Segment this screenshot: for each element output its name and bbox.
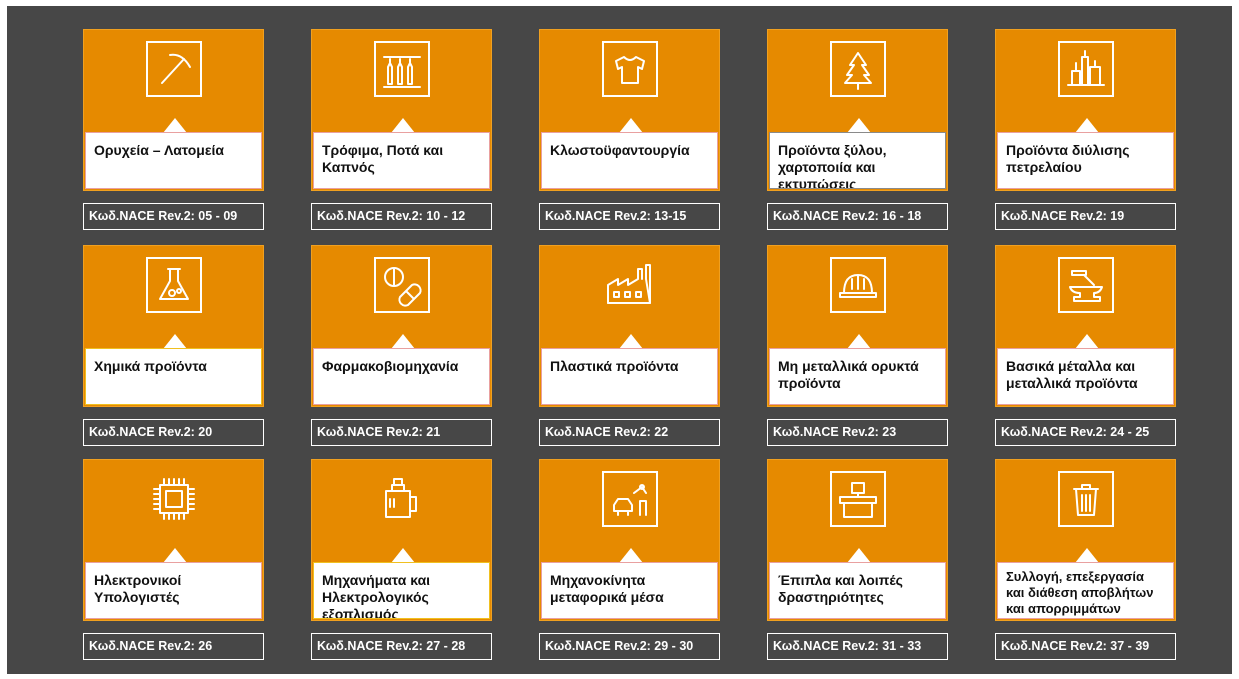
sector-title: Τρόφιμα, Ποτά και Καπνός [313,132,490,189]
nace-code-label: Κωδ.NACE Rev.2: 23 [767,419,948,446]
sector-card-plastics[interactable]: Πλαστικά προϊόντα Κωδ.NACE Rev.2: 22 [539,245,720,446]
sector-tile[interactable]: Συλλογή, επεξεργασία και διάθεση αποβλήτ… [995,459,1176,621]
sector-tile[interactable]: Ορυχεία – Λατομεία [83,29,264,191]
sector-card-food[interactable]: Τρόφιμα, Ποτά και Καπνός Κωδ.NACE Rev.2:… [311,29,492,230]
nace-code-label: Κωδ.NACE Rev.2: 19 [995,203,1176,230]
caption-pointer [391,118,415,133]
sector-card-waste[interactable]: Συλλογή, επεξεργασία και διάθεση αποβλήτ… [995,459,1176,660]
tree-icon [830,41,886,97]
nace-code-label: Κωδ.NACE Rev.2: 27 - 28 [311,633,492,660]
tshirt-icon [602,41,658,97]
nace-code-label: Κωδ.NACE Rev.2: 20 [83,419,264,446]
trash-icon [1058,471,1114,527]
bottles-icon [374,41,430,97]
sector-card-furniture[interactable]: Έπιπλα και λοιπές δραστηριότητες Κωδ.NAC… [767,459,948,660]
sector-card-nonmetallic[interactable]: Μη μεταλλικά ορυκτά προϊόντα Κωδ.NACE Re… [767,245,948,446]
sector-card-vehicles[interactable]: Μηχανοκίνητα μεταφορικά μέσα Κωδ.NACE Re… [539,459,720,660]
nace-code-label: Κωδ.NACE Rev.2: 26 [83,633,264,660]
sector-card-metals[interactable]: Βασικά μέταλλα και μεταλλικά προϊόντα Κω… [995,245,1176,446]
sector-tile[interactable]: Ηλεκτρονικοί Υπολογιστές [83,459,264,621]
car-robot-icon [602,471,658,527]
caption-pointer [163,548,187,563]
nace-code-label: Κωδ.NACE Rev.2: 05 - 09 [83,203,264,230]
sector-title: Πλαστικά προϊόντα [541,348,718,405]
nace-code-label: Κωδ.NACE Rev.2: 10 - 12 [311,203,492,230]
hardhat-icon [830,257,886,313]
pickaxe-icon [146,41,202,97]
sector-title: Κλωστοϋφαντουργία [541,132,718,189]
caption-pointer [847,548,871,563]
desk-icon [830,471,886,527]
caption-pointer [847,118,871,133]
sector-title: Βασικά μέταλλα και μεταλλικά προϊόντα [997,348,1174,405]
nace-code-label: Κωδ.NACE Rev.2: 37 - 39 [995,633,1176,660]
nace-code-label: Κωδ.NACE Rev.2: 24 - 25 [995,419,1176,446]
sector-title: Μη μεταλλικά ορυκτά προϊόντα [769,348,946,405]
nace-code-label: Κωδ.NACE Rev.2: 31 - 33 [767,633,948,660]
sector-tile[interactable]: Κλωστοϋφαντουργία [539,29,720,191]
caption-pointer [619,548,643,563]
pills-icon [374,257,430,313]
caption-pointer [847,334,871,349]
sector-tile[interactable]: Έπιπλα και λοιπές δραστηριότητες [767,459,948,621]
sector-card-machinery[interactable]: Μηχανήματα και Ηλεκτρολογικός εξοπλισμός… [311,459,492,660]
caption-pointer [391,548,415,563]
sector-tile[interactable]: Φαρμακοβιομηχανία [311,245,492,407]
sector-grid: Ορυχεία – Λατομεία Κωδ.NACE Rev.2: 05 - … [7,6,1232,674]
sector-tile[interactable]: Βασικά μέταλλα και μεταλλικά προϊόντα [995,245,1176,407]
nace-code-label: Κωδ.NACE Rev.2: 29 - 30 [539,633,720,660]
sector-tile[interactable]: Προϊόντα ξύλου, χαρτοποιία και εκτυπώσει… [767,29,948,191]
sector-card-petroleum[interactable]: Προϊόντα διύλισης πετρελαίου Κωδ.NACE Re… [995,29,1176,230]
sector-tile[interactable]: Χημικά προϊόντα [83,245,264,407]
nace-code-label: Κωδ.NACE Rev.2: 22 [539,419,720,446]
refinery-icon [1058,41,1114,97]
caption-pointer [391,334,415,349]
sector-title: Χημικά προϊόντα [85,348,262,405]
machine-icon [374,471,430,527]
caption-pointer [1075,118,1099,133]
sector-tile[interactable]: Μη μεταλλικά ορυκτά προϊόντα [767,245,948,407]
nace-code-label: Κωδ.NACE Rev.2: 21 [311,419,492,446]
sector-tile[interactable]: Πλαστικά προϊόντα [539,245,720,407]
sector-card-pharma[interactable]: Φαρμακοβιομηχανία Κωδ.NACE Rev.2: 21 [311,245,492,446]
sector-tile[interactable]: Τρόφιμα, Ποτά και Καπνός [311,29,492,191]
sector-tile[interactable]: Μηχανήματα και Ηλεκτρολογικός εξοπλισμός [311,459,492,621]
caption-pointer [163,334,187,349]
sector-title: Προϊόντα διύλισης πετρελαίου [997,132,1174,189]
sector-title: Φαρμακοβιομηχανία [313,348,490,405]
sector-tile[interactable]: Προϊόντα διύλισης πετρελαίου [995,29,1176,191]
caption-pointer [1075,334,1099,349]
flask-icon [146,257,202,313]
caption-pointer [619,118,643,133]
sector-card-textiles[interactable]: Κλωστοϋφαντουργία Κωδ.NACE Rev.2: 13-15 [539,29,720,230]
sector-title: Ηλεκτρονικοί Υπολογιστές [85,562,262,619]
sector-title: Προϊόντα ξύλου, χαρτοποιία και εκτυπώσει… [769,132,946,189]
sector-title: Μηχανήματα και Ηλεκτρολογικός εξοπλισμός [313,562,490,619]
sector-title: Έπιπλα και λοιπές δραστηριότητες [769,562,946,619]
nace-code-label: Κωδ.NACE Rev.2: 16 - 18 [767,203,948,230]
caption-pointer [163,118,187,133]
anvil-icon [1058,257,1114,313]
sector-card-mining[interactable]: Ορυχεία – Λατομεία Κωδ.NACE Rev.2: 05 - … [83,29,264,230]
sector-card-chemicals[interactable]: Χημικά προϊόντα Κωδ.NACE Rev.2: 20 [83,245,264,446]
sector-card-wood[interactable]: Προϊόντα ξύλου, χαρτοποιία και εκτυπώσει… [767,29,948,230]
sector-title: Συλλογή, επεξεργασία και διάθεση αποβλήτ… [997,562,1174,619]
sector-title: Μηχανοκίνητα μεταφορικά μέσα [541,562,718,619]
sector-card-computers[interactable]: Ηλεκτρονικοί Υπολογιστές Κωδ.NACE Rev.2:… [83,459,264,660]
sector-title: Ορυχεία – Λατομεία [85,132,262,189]
factory-icon [602,257,658,313]
caption-pointer [1075,548,1099,563]
chip-icon [146,471,202,527]
caption-pointer [619,334,643,349]
nace-code-label: Κωδ.NACE Rev.2: 13-15 [539,203,720,230]
sector-tile[interactable]: Μηχανοκίνητα μεταφορικά μέσα [539,459,720,621]
